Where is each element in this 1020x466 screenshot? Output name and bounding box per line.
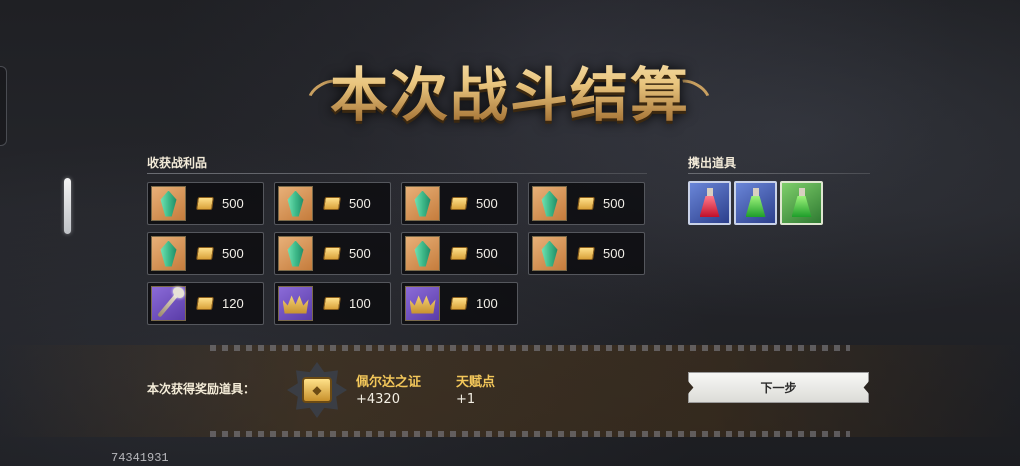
green-crystal-icon-shape	[414, 190, 431, 217]
gold-ticket-icon	[196, 247, 214, 260]
reward-banner-bottom-edge	[210, 431, 850, 437]
red-potion-icon	[699, 188, 721, 218]
loot-amount: 100	[349, 296, 371, 311]
battle-settlement-title: 本次战斗结算	[300, 30, 720, 150]
dropped-divider	[688, 173, 870, 174]
green-crystal-icon-shape	[541, 240, 558, 267]
gold-ticket-icon	[450, 247, 468, 260]
loot-slot[interactable]: 120	[147, 282, 264, 325]
gold-ticket-icon	[450, 197, 468, 210]
loot-amount: 500	[349, 246, 371, 261]
green-crystal-icon-shape	[287, 240, 304, 267]
loot-amount: 500	[349, 196, 371, 211]
loot-slot[interactable]: 500	[147, 182, 264, 225]
green-crystal-icon	[532, 186, 567, 221]
loot-slot[interactable]: 500	[528, 232, 645, 275]
dropped-item-slot[interactable]	[688, 181, 731, 225]
potion-neck	[798, 188, 805, 197]
green-crystal-icon-shape	[287, 190, 304, 217]
gold-ticket-icon	[577, 247, 595, 260]
gold-ticket-icon	[323, 297, 341, 310]
next-step-button[interactable]: 下一步	[688, 372, 869, 403]
gold-ticket-icon	[196, 197, 214, 210]
golden-crown-icon-shape	[282, 295, 309, 314]
loot-amount: 500	[476, 246, 498, 261]
green-crystal-icon	[151, 186, 186, 221]
potion-body	[699, 196, 720, 217]
green-crystal-icon	[278, 186, 313, 221]
loot-slot[interactable]: 100	[401, 282, 518, 325]
side-drawer-tab[interactable]	[0, 66, 7, 146]
loot-slot[interactable]: 100	[274, 282, 391, 325]
green-crystal-icon	[532, 236, 567, 271]
loot-divider	[147, 173, 647, 174]
reward-value-talent-point: +1	[456, 392, 476, 407]
dropped-section-label: 携出道具	[688, 156, 737, 170]
reward-name-talent-point: 天赋点	[456, 375, 496, 390]
golden-crown-icon	[278, 286, 313, 321]
loot-slot[interactable]: 500	[274, 232, 391, 275]
reward-name-pelda-proof: 佩尔达之证	[356, 375, 422, 390]
potion-neck	[752, 188, 759, 197]
badge-core: ◆	[302, 377, 332, 403]
green-potion-icon	[745, 188, 767, 218]
potion-body	[745, 196, 766, 217]
magic-staff-icon	[151, 286, 186, 321]
loot-slot[interactable]: 500	[528, 182, 645, 225]
dropped-item-slot[interactable]	[734, 181, 777, 225]
green-crystal-icon-shape	[160, 240, 177, 267]
gold-ticket-icon	[323, 197, 341, 210]
loot-amount: 500	[603, 196, 625, 211]
loot-amount: 100	[476, 296, 498, 311]
reward-banner-top-edge	[210, 345, 850, 351]
green-crystal-icon	[405, 186, 440, 221]
loot-slot[interactable]: 500	[274, 182, 391, 225]
reward-label: 本次获得奖励道具：	[147, 382, 256, 396]
potion-body	[791, 196, 812, 217]
green-crystal-icon	[151, 236, 186, 271]
player-id: 74341931	[111, 451, 169, 465]
loot-slot[interactable]: 500	[147, 232, 264, 275]
potion-neck	[706, 188, 713, 197]
gold-ticket-icon	[323, 247, 341, 260]
green-crystal-icon	[278, 236, 313, 271]
loot-amount: 120	[222, 296, 244, 311]
green-crystal-icon-shape	[414, 240, 431, 267]
loot-grid: 500 500 500 500 500 500 500 500 120 100 100	[147, 182, 647, 327]
gold-ticket-icon	[450, 297, 468, 310]
golden-badge-icon: ◆	[287, 362, 347, 418]
gold-ticket-icon	[196, 297, 214, 310]
dropped-item-slot[interactable]	[780, 181, 823, 225]
scroll-handle[interactable]	[64, 178, 71, 234]
loot-amount: 500	[222, 196, 244, 211]
green-crystal-icon-shape	[541, 190, 558, 217]
loot-slot[interactable]: 500	[401, 182, 518, 225]
magic-staff-icon-shape	[156, 289, 181, 318]
green-crystal-icon	[405, 236, 440, 271]
golden-crown-icon	[405, 286, 440, 321]
loot-amount: 500	[476, 196, 498, 211]
loot-amount: 500	[222, 246, 244, 261]
golden-crown-icon-shape	[409, 295, 436, 314]
green-crystal-icon-shape	[160, 190, 177, 217]
loot-amount: 500	[603, 246, 625, 261]
loot-section-label: 收获战利品	[147, 156, 208, 170]
loot-slot[interactable]: 500	[401, 232, 518, 275]
green-potion-icon	[791, 188, 813, 218]
gold-ticket-icon	[577, 197, 595, 210]
reward-value-pelda-proof: +4320	[356, 392, 400, 407]
